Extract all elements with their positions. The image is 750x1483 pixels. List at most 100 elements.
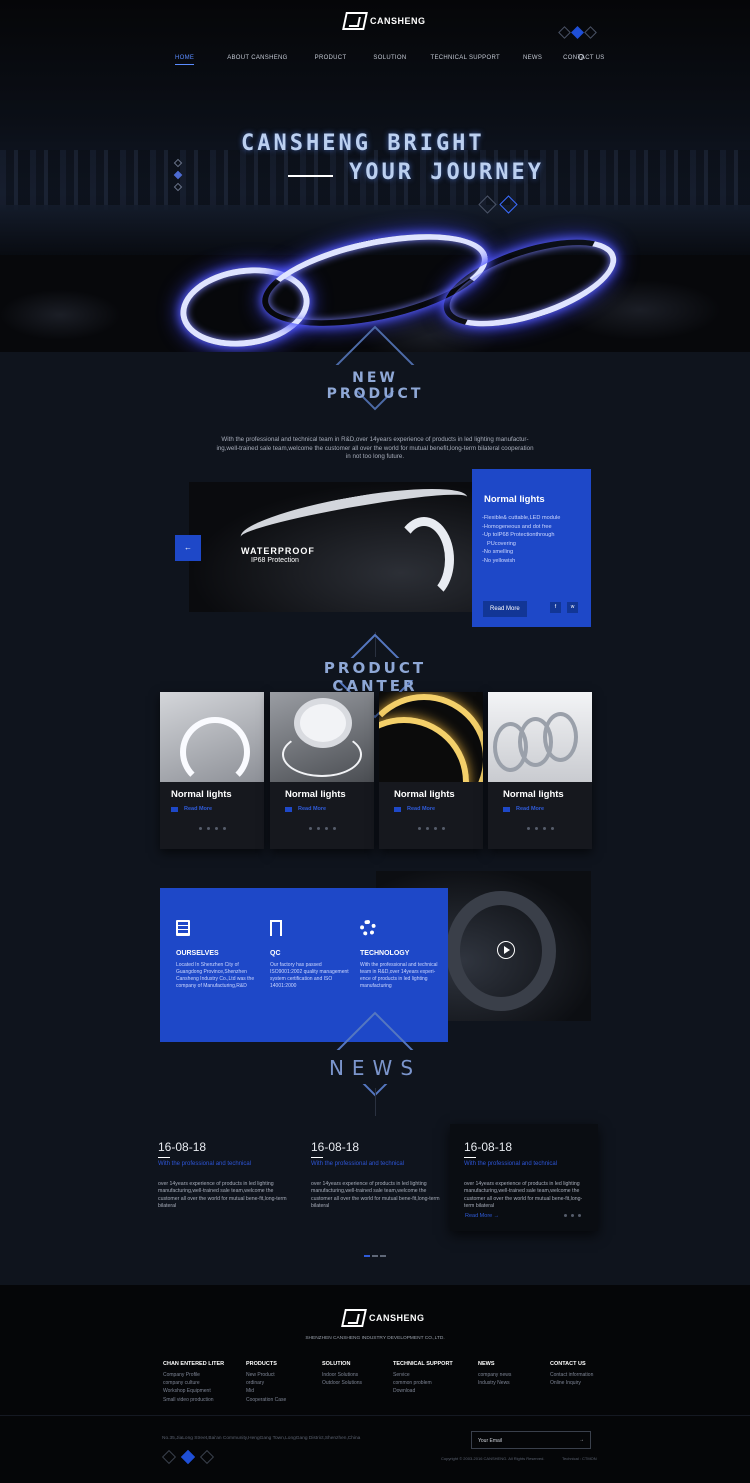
product-image (488, 692, 592, 782)
cable-image (282, 732, 362, 777)
nav-about[interactable]: ABOUT CANSHENG (227, 55, 287, 65)
about-heading: TECHNOLOGY (360, 950, 410, 957)
header-logo[interactable]: CANSHENG (342, 12, 426, 30)
wechat-icon[interactable] (584, 26, 597, 39)
twitter-icon[interactable] (571, 1214, 574, 1217)
product-card[interactable]: Normal lights Read More (160, 692, 264, 849)
footer-link[interactable]: Cooperation Case (246, 1396, 286, 1404)
nav-solution[interactable]: SOLUTION (373, 55, 406, 65)
footer-link[interactable]: ordinary (246, 1379, 286, 1387)
slide-prev-button[interactable]: ← (175, 535, 201, 561)
slide-dot-2[interactable] (173, 170, 183, 180)
news-item-featured[interactable]: 16-08-18 With the professional and techn… (450, 1124, 598, 1231)
product-card-read-more[interactable]: Read More (285, 806, 326, 812)
product-image (270, 692, 374, 782)
facebook-share-icon[interactable]: f (550, 602, 561, 613)
nav-technical-support[interactable]: TECHNICAL SUPPORT (431, 55, 500, 65)
pager-dot[interactable] (364, 1255, 370, 1257)
footer-link[interactable]: company culture (163, 1379, 224, 1387)
news-subtitle[interactable]: With the professional and technical (311, 1161, 441, 1167)
google-icon[interactable] (215, 827, 218, 830)
weibo-icon[interactable] (558, 26, 571, 39)
linkedin-icon[interactable] (551, 827, 554, 830)
google-icon[interactable] (578, 1214, 581, 1217)
product-card[interactable]: Normal lights Read More (270, 692, 374, 849)
play-icon[interactable] (497, 941, 515, 959)
google-icon[interactable] (434, 827, 437, 830)
arrow-right-icon (503, 806, 510, 812)
news-featured-content: 16-08-18 With the professional and techn… (464, 1140, 589, 1211)
nav-home[interactable]: HOME (175, 55, 195, 65)
weibo-icon[interactable] (161, 1449, 177, 1465)
news-read-more[interactable]: Read More → (465, 1213, 499, 1219)
footer-social (161, 1449, 215, 1465)
linkedin-icon[interactable] (223, 827, 226, 830)
facebook-icon[interactable] (418, 827, 421, 830)
nav-news[interactable]: NEWS (523, 55, 542, 65)
slide-read-more-button[interactable]: Read More (483, 601, 527, 617)
product-card-read-more[interactable]: Read More (394, 806, 435, 812)
slide-image-text-2: IP68 Protection (251, 557, 299, 564)
product-card-name: Normal lights (394, 789, 455, 800)
feature-item: -No smelling (482, 549, 514, 556)
product-card[interactable]: Normal lights Read More (488, 692, 592, 849)
news-subtitle[interactable]: With the professional and technical (464, 1161, 589, 1167)
read-more-label: Read More (298, 806, 327, 812)
product-slide-info: Normal lights -Flexible& cuttable,LED mo… (472, 469, 591, 627)
email-submit-icon[interactable]: → (579, 1437, 584, 1443)
facebook-icon[interactable] (564, 1214, 567, 1217)
search-icon[interactable] (578, 54, 584, 60)
footer-copyright: Copyright © 2003-2016 CANSHENG. All Righ… (441, 1456, 545, 1461)
google-icon[interactable] (325, 827, 328, 830)
facebook-icon[interactable] (527, 827, 530, 830)
footer-link[interactable]: Contact information (550, 1371, 593, 1379)
twitter-icon[interactable] (317, 827, 320, 830)
twitter-icon[interactable] (426, 827, 429, 830)
footer-link[interactable]: Service (393, 1371, 453, 1379)
wechat-icon[interactable] (199, 1449, 215, 1465)
footer-link[interactable]: Small video production (163, 1396, 224, 1404)
footer-link[interactable]: Indoor Solutions (322, 1371, 362, 1379)
footer-logo[interactable]: CANSHENG (341, 1309, 425, 1327)
slide-dot-1[interactable] (173, 158, 183, 168)
wechat-share-icon[interactable]: w (567, 602, 578, 613)
footer-link[interactable]: New Product (246, 1371, 286, 1379)
bookmark-icon (270, 920, 282, 936)
footer-links[interactable]: Technical : CTMON (562, 1456, 597, 1461)
facebook-icon[interactable] (309, 827, 312, 830)
about-text: Our factory has passed ISO9001:2002 qual… (270, 962, 349, 989)
facebook-icon[interactable] (180, 1449, 196, 1465)
footer-link[interactable]: company news (478, 1371, 511, 1379)
facebook-icon[interactable] (199, 827, 202, 830)
news-item[interactable]: 16-08-18 With the professional and techn… (158, 1140, 288, 1211)
twitter-icon[interactable] (207, 827, 210, 830)
product-card-read-more[interactable]: Read More (171, 806, 212, 812)
news-subtitle[interactable]: With the professional and technical (158, 1161, 288, 1167)
card-social (309, 827, 336, 830)
footer-link[interactable]: Company Profile (163, 1371, 224, 1379)
footer-link[interactable]: Industry News (478, 1379, 511, 1387)
twitter-icon[interactable] (535, 827, 538, 830)
hero-title-rule (288, 175, 333, 177)
product-card-read-more[interactable]: Read More (503, 806, 544, 812)
slide-dot-3[interactable] (173, 182, 183, 192)
google-icon[interactable] (543, 827, 546, 830)
footer-link[interactable]: Online Inquiry (550, 1379, 593, 1387)
facebook-icon[interactable] (571, 26, 584, 39)
product-card[interactable]: Normal lights Read More (379, 692, 483, 849)
linkedin-icon[interactable] (333, 827, 336, 830)
news-item[interactable]: 16-08-18 With the professional and techn… (311, 1140, 441, 1211)
pager-dot[interactable] (372, 1255, 378, 1257)
email-input[interactable]: Your Email → (471, 1431, 591, 1449)
pager-dot[interactable] (380, 1255, 386, 1257)
footer-link[interactable]: Outdoor Solutions (322, 1379, 362, 1387)
nav-product[interactable]: PRODUCT (315, 55, 347, 65)
footer-link[interactable]: Workshop Equipment (163, 1387, 224, 1395)
footer-link[interactable]: Download (393, 1387, 453, 1395)
footer-link[interactable]: Mid (246, 1387, 286, 1395)
footer-link[interactable]: common problem (393, 1379, 453, 1387)
read-more-label: Read More (184, 806, 213, 812)
linkedin-icon[interactable] (442, 827, 445, 830)
new-product-title: NEW PRODUCT (326, 370, 424, 402)
product-center-title: PRODUCT CANTER (323, 659, 427, 695)
